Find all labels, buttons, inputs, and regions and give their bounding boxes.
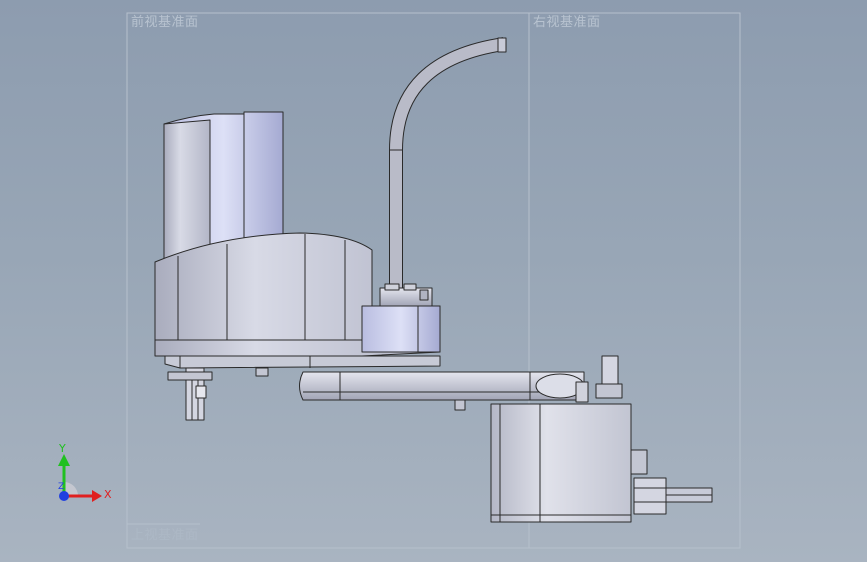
top-cover-front	[163, 119, 211, 263]
cable-hose[interactable]	[389, 37, 506, 288]
robot-model[interactable]	[154, 37, 713, 523]
top-plane-label: 上视基准面	[131, 528, 199, 543]
triad-graphic	[58, 454, 102, 502]
front-plane-label: 前视基准面	[131, 15, 199, 30]
model-scene[interactable]	[0, 0, 867, 562]
cable-gland[interactable]	[633, 477, 667, 515]
y-axis-label: Y	[59, 442, 66, 455]
motor-box[interactable]	[490, 403, 632, 523]
end-nut[interactable]	[595, 383, 623, 399]
right-plane-label: 右视基准面	[533, 15, 601, 30]
view-orientation-triad[interactable]: Y X Z	[44, 438, 124, 518]
z-axis-label: Z	[58, 482, 65, 492]
graphics-viewport[interactable]: 前视基准面 右视基准面 上视基准面 Y X Z	[0, 0, 867, 562]
x-axis-label: X	[104, 488, 112, 501]
